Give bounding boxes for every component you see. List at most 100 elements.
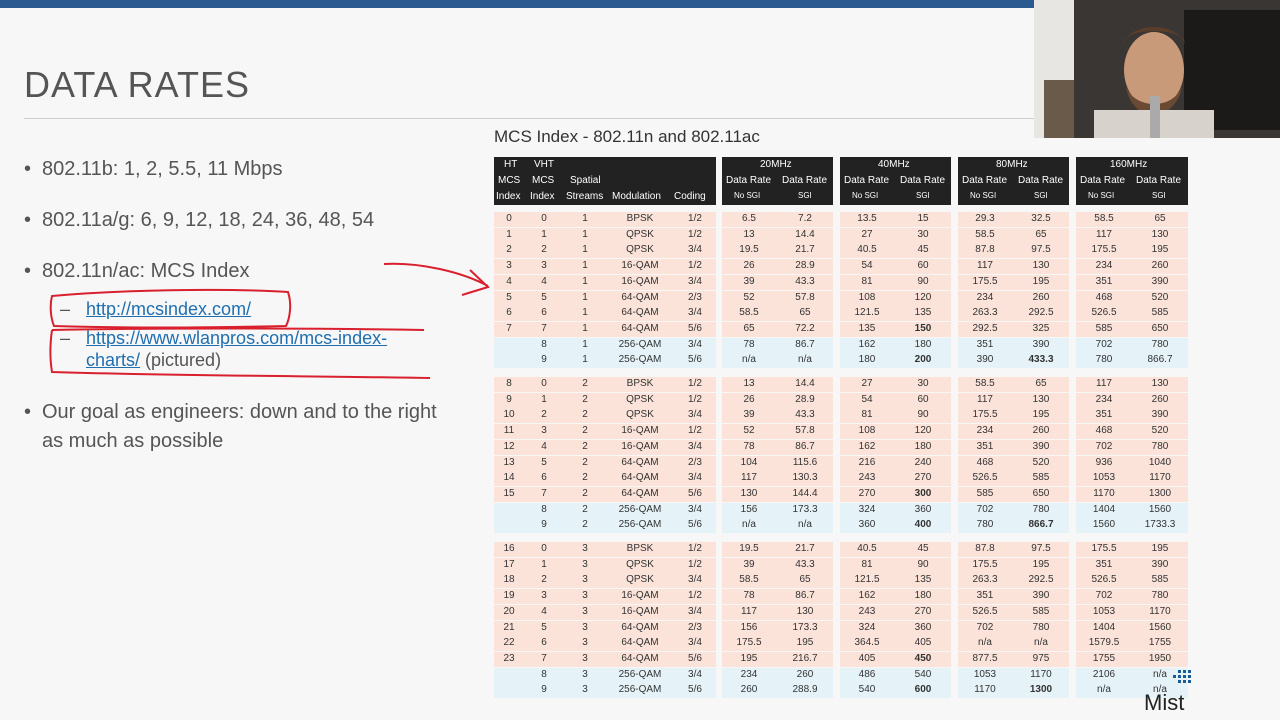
table-cell: 175.5 — [1091, 244, 1117, 256]
table-cell: 130.3 — [792, 472, 818, 484]
table-cell: 1560 — [1148, 503, 1172, 515]
table-cell: 13.5 — [857, 213, 877, 224]
table-cell: 7 — [541, 322, 547, 334]
table-cell: 4 — [541, 275, 547, 287]
table-cell: 16-QAM — [621, 260, 659, 272]
table-cell: 6.5 — [742, 213, 756, 224]
table-cell: 1 — [582, 228, 588, 240]
table-cell: 780 — [1095, 354, 1113, 366]
table-cell: 26 — [743, 260, 755, 272]
table-cell: 292.5 — [1028, 307, 1054, 319]
table-cell: 256-QAM — [618, 519, 662, 531]
table-cell: 243 — [858, 472, 876, 484]
table-cell: 585 — [976, 487, 994, 499]
table-cell: 86.7 — [795, 338, 815, 350]
table-cell: 64-QAM — [621, 472, 659, 484]
table-cell: 3 — [541, 590, 547, 602]
table-cell: 526.5 — [1091, 574, 1117, 586]
table-cell: 360 — [914, 621, 932, 633]
table-cell: 130 — [1032, 393, 1050, 405]
table-cell: 600 — [914, 684, 932, 696]
table-cell: 468 — [976, 456, 994, 468]
table-cell: 0 — [506, 213, 512, 224]
table-cell: 1 — [582, 307, 588, 319]
table-row: 9 3 256-QAM 5/6 260 288.9 540 600 1170 1300 n/a n/a — [494, 683, 1188, 699]
table-cell: 3 — [541, 425, 547, 437]
table-cell: 195 — [1032, 275, 1050, 287]
table-cell: 234 — [1095, 393, 1113, 405]
table-cell: 433.3 — [1028, 354, 1054, 366]
table-cell: 10 — [503, 409, 515, 421]
table-row: 0 0 1 BPSK 1/2 6.5 7.2 13.5 15 29.3 32.5 58.5 65 — [494, 212, 1188, 227]
table-cell: 90 — [917, 409, 929, 421]
table-cell: 90 — [917, 558, 929, 570]
table-cell: 526.5 — [972, 605, 998, 617]
table-cell: 2 — [582, 378, 588, 389]
table-cell: 175.5 — [972, 409, 998, 421]
table-cell: n/a — [798, 354, 812, 366]
table-row: 21 5 3 64-QAM 2/3 156 173.3 324 360 702 780 1404 156… — [494, 620, 1188, 636]
table-cell: 54 — [861, 393, 873, 405]
webcam-feed — [1034, 0, 1280, 138]
table-row: 8 1 256-QAM 3/4 78 86.7 162 180 351 390 702 780 — [494, 337, 1188, 353]
table-cell: 5/6 — [688, 354, 702, 366]
table-cell: 32.5 — [1031, 213, 1051, 224]
table-cell: 108 — [858, 291, 876, 303]
table-cell: 27 — [861, 228, 873, 240]
mcsindex-link[interactable]: http://mcsindex.com/ — [86, 299, 251, 319]
table-cell: 16-QAM — [621, 425, 659, 437]
table-cell: 2 — [582, 472, 588, 484]
table-cell: 65 — [799, 574, 811, 586]
table-cell: 390 — [1151, 409, 1169, 421]
table-cell: 64-QAM — [621, 621, 659, 633]
table-cell: 405 — [914, 637, 932, 649]
table-cell: 263.3 — [972, 574, 998, 586]
table-cell: 30 — [917, 378, 929, 389]
table-cell: 115.6 — [792, 456, 818, 468]
table-cell: 57.8 — [795, 291, 815, 303]
table-row: 12 4 2 16-QAM 3/4 78 86.7 162 180 351 390 702 780 — [494, 439, 1188, 455]
table-cell: 2 — [582, 393, 588, 405]
table-cell: 1053 — [1092, 605, 1116, 617]
wlanpros-link-cont[interactable]: charts/ — [86, 350, 140, 370]
table-cell: 6 — [506, 307, 512, 319]
table-cell: 175.5 — [972, 558, 998, 570]
table-cell: 64-QAM — [621, 307, 659, 319]
table-cell: 1170 — [1149, 472, 1171, 484]
table-cell: 1560 — [1092, 519, 1116, 531]
table-row: 8 2 256-QAM 3/4 156 173.3 324 360 702 780 1404 1560 — [494, 502, 1188, 518]
table-cell: 14 — [503, 472, 515, 484]
table-cell: 1404 — [1092, 503, 1116, 515]
table-cell: 234 — [976, 425, 994, 437]
table-cell: 1 — [582, 291, 588, 303]
table-cell: 64-QAM — [621, 322, 659, 334]
table-cell: 3 — [582, 621, 588, 633]
table-row: 14 6 2 64-QAM 3/4 117 130.3 243 270 526.5 585 1053 1… — [494, 471, 1188, 487]
table-cell: QPSK — [626, 574, 654, 586]
table-cell: 9 — [506, 393, 512, 405]
table-cell: 400 — [914, 519, 932, 531]
table-cell: 58.5 — [739, 574, 759, 586]
wlanpros-link[interactable]: https://www.wlanpros.com/mcs-index- — [86, 328, 387, 348]
table-cell: 702 — [976, 503, 994, 515]
table-cell: 3/4 — [688, 574, 702, 586]
table-cell: 65 — [1035, 228, 1047, 240]
table-cell: 117 — [1096, 228, 1112, 240]
table-cell: 3/4 — [688, 244, 702, 256]
presenter-video — [1034, 0, 1280, 138]
table-cell: QPSK — [626, 228, 654, 240]
table-cell: 1950 — [1148, 652, 1172, 664]
table-cell: n/a — [1034, 637, 1048, 649]
table-cell: 28.9 — [795, 393, 815, 405]
table-cell: 162 — [858, 440, 876, 452]
table-cell: 260 — [1032, 425, 1050, 437]
table-cell: 292.5 — [1028, 574, 1054, 586]
title-divider — [24, 118, 1034, 119]
table-cell: 13 — [743, 378, 755, 389]
table-cell: 135 — [914, 574, 932, 586]
table-cell: 22 — [503, 637, 515, 649]
table-cell: 26 — [743, 393, 755, 405]
logo-text: Mist — [1144, 690, 1184, 715]
table-cell: 325 — [1032, 322, 1050, 334]
table-row: 7 7 1 64-QAM 5/6 65 72.2 135 150 292.5 325 585 650 — [494, 321, 1188, 337]
